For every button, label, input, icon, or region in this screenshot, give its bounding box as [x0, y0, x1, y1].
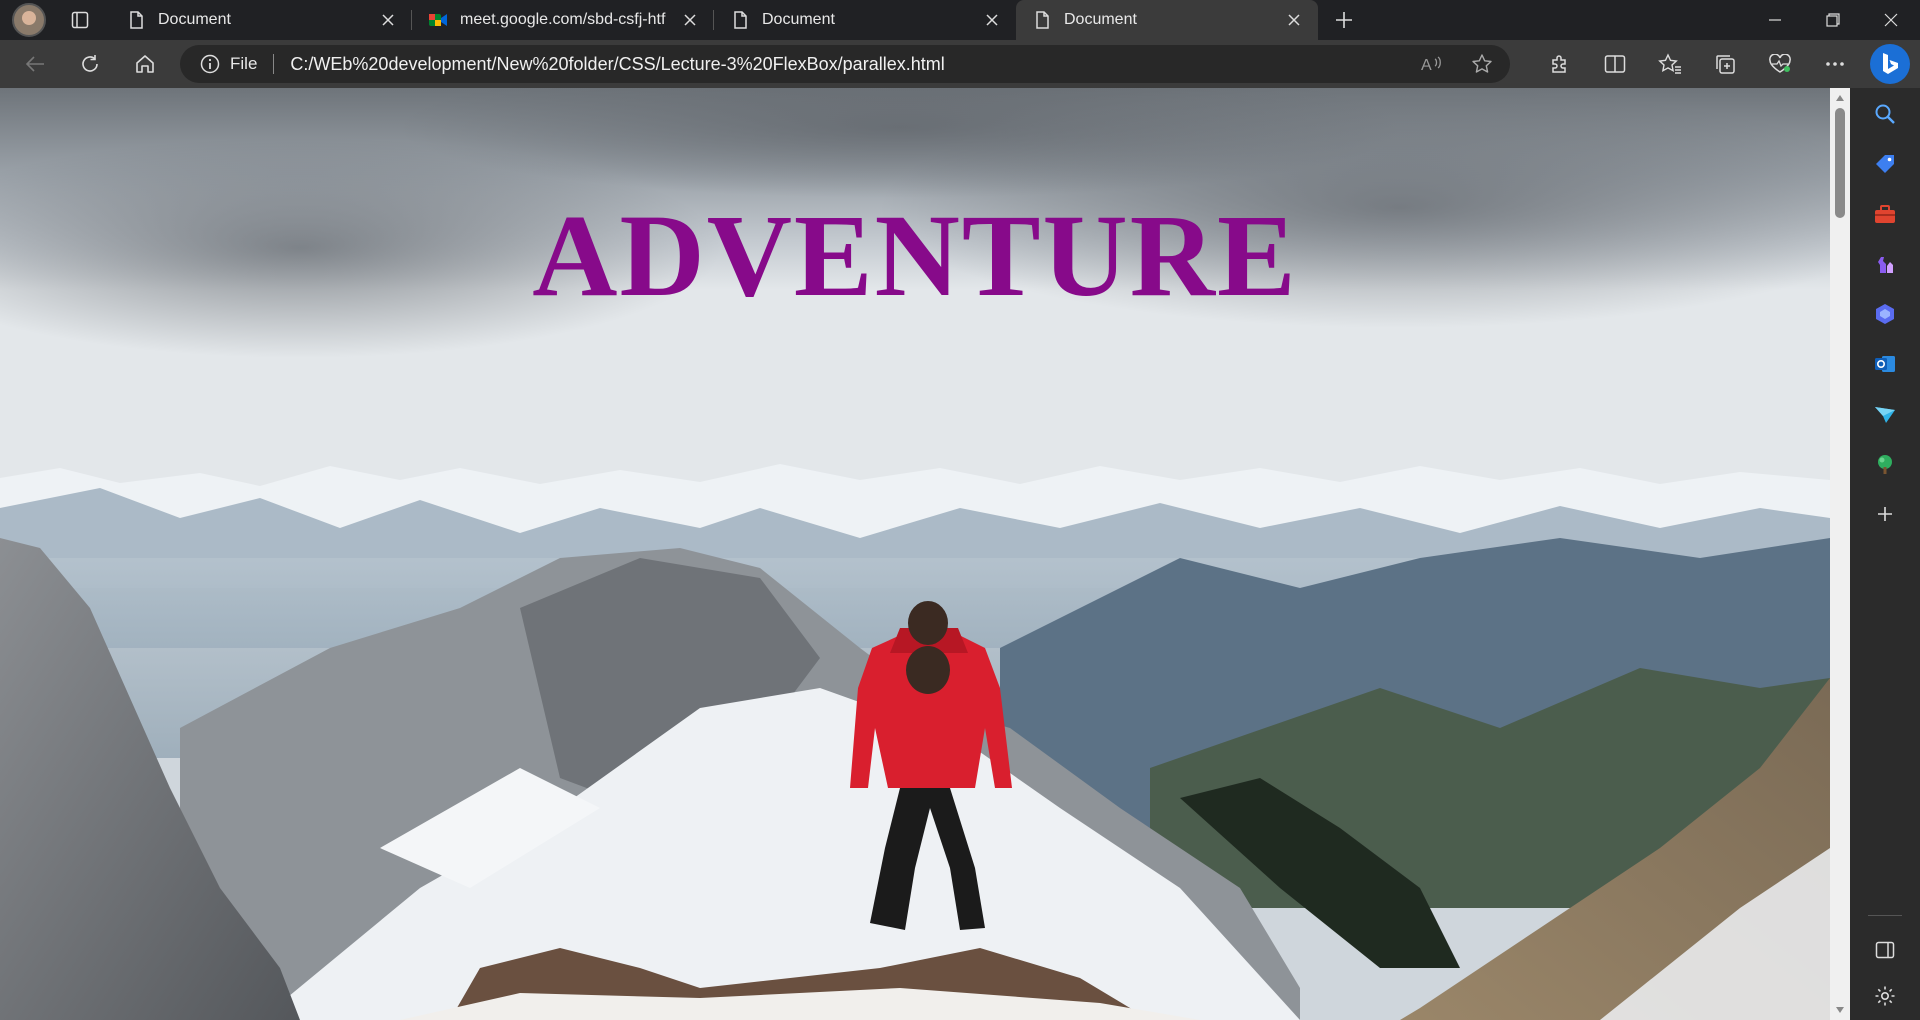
favorites-icon [1658, 53, 1681, 74]
restore-icon [1826, 13, 1840, 27]
send-icon [1875, 407, 1895, 423]
page-viewport: ADVENTURE [0, 88, 1830, 1020]
add-icon [1878, 507, 1892, 521]
tab-google-meet[interactable]: meet.google.com/sbd-csfj-htf [412, 0, 714, 40]
minimize-button[interactable] [1746, 0, 1804, 40]
google-meet-icon [428, 10, 448, 30]
toolbox-icon [1875, 205, 1895, 223]
sidebar-copilot-button[interactable] [1865, 294, 1905, 334]
copilot-button[interactable] [1870, 44, 1910, 84]
heart-pulse-icon [1769, 54, 1791, 73]
sidebar-search-button[interactable] [1865, 94, 1905, 134]
sidebar-settings-button[interactable] [1865, 976, 1905, 1016]
site-info-icon[interactable] [200, 54, 220, 74]
back-button[interactable] [15, 44, 55, 84]
tab-strip: Document meet.google.com/sbd-csfj-htf Do… [0, 0, 1920, 40]
favorite-star-icon[interactable] [1466, 48, 1498, 80]
close-window-button[interactable] [1862, 0, 1920, 40]
tab-document-2[interactable]: Document [714, 0, 1016, 40]
collections-icon [1716, 55, 1735, 74]
address-bar[interactable]: File C:/WEb%20development/New%20folder/C… [180, 45, 1510, 83]
browser-essentials-button[interactable] [1760, 44, 1800, 84]
tab-document-active[interactable]: Document [1016, 0, 1318, 40]
split-screen-icon [1604, 55, 1626, 73]
sidebar-shopping-button[interactable] [1865, 144, 1905, 184]
bing-icon [1883, 53, 1898, 74]
close-tab-icon[interactable] [678, 8, 702, 32]
tab-title: Document [1064, 11, 1137, 28]
search-icon [1875, 104, 1895, 124]
sidebar-hide-button[interactable] [1865, 930, 1905, 970]
tab-actions-button[interactable] [60, 0, 100, 40]
tab-title: meet.google.com/sbd-csfj-htf [460, 11, 666, 28]
edge-sidebar [1850, 88, 1920, 1020]
home-icon [136, 55, 154, 73]
refresh-icon [82, 55, 98, 72]
svg-text:A: A [1421, 57, 1432, 73]
tree-icon [1878, 455, 1892, 474]
settings-icon [1875, 986, 1895, 1006]
shopping-tag-icon [1876, 155, 1894, 173]
window-controls [1746, 0, 1920, 40]
url-text[interactable]: C:/WEb%20development/New%20folder/CSS/Le… [290, 54, 1398, 75]
collections-button[interactable] [1705, 44, 1745, 84]
scheme-label: File [230, 54, 258, 73]
puzzle-icon [1552, 55, 1566, 73]
browser-toolbar: File C:/WEb%20development/New%20folder/C… [0, 40, 1920, 88]
sidebar-add-button[interactable] [1865, 494, 1905, 534]
outlook-icon [1875, 356, 1895, 372]
close-tab-icon[interactable] [980, 8, 1004, 32]
tab-actions-icon [71, 11, 89, 29]
restore-button[interactable] [1804, 0, 1862, 40]
tab-title: Document [762, 11, 835, 28]
games-icon [1878, 257, 1893, 273]
close-icon [1884, 13, 1898, 27]
close-tab-icon[interactable] [376, 8, 400, 32]
tab-document-1[interactable]: Document [110, 0, 412, 40]
settings-more-button[interactable] [1815, 44, 1855, 84]
page-icon [126, 10, 146, 30]
favorites-button[interactable] [1650, 44, 1690, 84]
back-arrow-icon [25, 56, 44, 72]
page-scrollbar[interactable] [1830, 88, 1850, 1020]
page-headline: ADVENTURE [532, 190, 1298, 321]
extensions-button[interactable] [1540, 44, 1580, 84]
page-icon [1032, 10, 1052, 30]
sidebar-drop-button[interactable] [1865, 394, 1905, 434]
sidebar-tools-button[interactable] [1865, 194, 1905, 234]
close-tab-icon[interactable] [1282, 8, 1306, 32]
split-screen-button[interactable] [1595, 44, 1635, 84]
scrollbar-thumb[interactable] [1835, 108, 1845, 218]
read-aloud-icon[interactable]: A [1416, 48, 1448, 80]
minimize-icon [1769, 19, 1781, 21]
more-horizontal-icon [1826, 62, 1844, 66]
split-panel-icon [1875, 941, 1895, 959]
home-button[interactable] [125, 44, 165, 84]
new-tab-button[interactable] [1324, 0, 1364, 40]
toolbar-right [1540, 40, 1920, 88]
tab-title: Document [158, 11, 231, 28]
sidebar-games-button[interactable] [1865, 244, 1905, 284]
scroll-up-icon[interactable] [1834, 92, 1846, 104]
refresh-button[interactable] [70, 44, 110, 84]
page-icon [730, 10, 750, 30]
profile-avatar[interactable] [12, 3, 46, 37]
sidebar-tree-button[interactable] [1865, 444, 1905, 484]
sidebar-outlook-button[interactable] [1865, 344, 1905, 384]
copilot-icon [1876, 304, 1894, 324]
scroll-down-icon[interactable] [1834, 1004, 1846, 1016]
plus-icon [1336, 12, 1352, 28]
